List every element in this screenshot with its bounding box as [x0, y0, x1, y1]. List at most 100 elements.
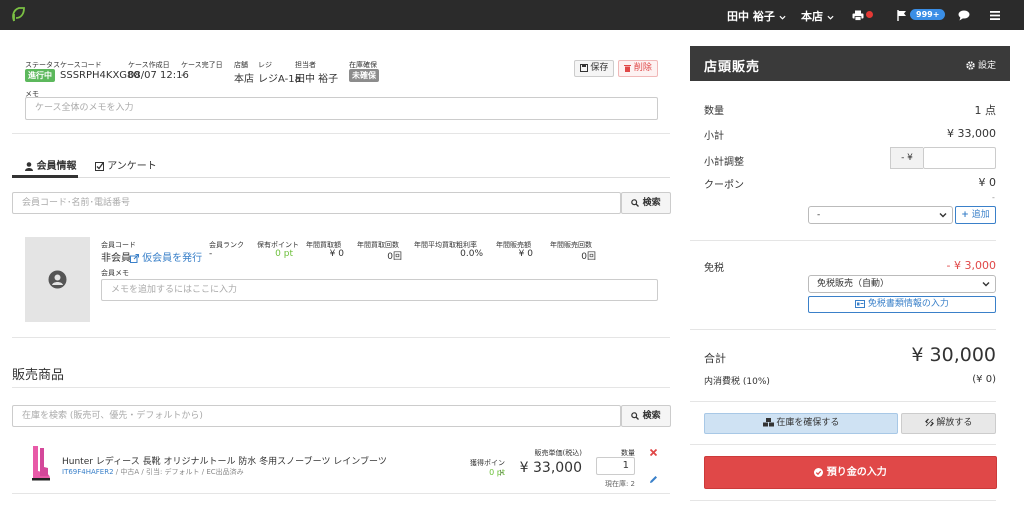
register-label: レジ: [258, 61, 272, 69]
stock-reserve-value: 未確保: [349, 69, 379, 82]
avatar: [25, 237, 90, 322]
divider: [12, 387, 670, 388]
total-label: 合計: [704, 352, 726, 365]
tax-free-select[interactable]: 免税販売（自動）: [808, 275, 996, 293]
release-button[interactable]: 解放する: [901, 413, 996, 434]
product-meta: IT69F4HAFER2 / 中古A / 引当: デフォルト / EC出品済み: [62, 467, 244, 477]
status-value: 進行中: [25, 69, 55, 82]
created-label: ケース作成日: [128, 61, 170, 69]
divider: [690, 401, 996, 402]
total-value: ¥ 30,000: [911, 344, 996, 366]
annual-sales-count-value: 0回: [581, 252, 596, 262]
chevron-down-icon: [779, 15, 786, 20]
deposit-button[interactable]: 預り金の入力: [704, 456, 997, 489]
edit-pencil-icon[interactable]: [649, 475, 658, 484]
qty-row: 数量 1 点: [704, 102, 996, 117]
user-menu[interactable]: 田中 裕子: [727, 8, 786, 24]
stock-search-input[interactable]: 在庫を検索 (販売可、優先・デフォルトから): [12, 405, 621, 427]
product-name[interactable]: Hunter レディース 長靴 オリジナルトール 防水 冬用スノーブーツ レイン…: [62, 454, 387, 467]
adjust-input[interactable]: [923, 147, 996, 169]
unit-price-label: 販売単価(税込): [534, 449, 582, 457]
inner-tax-label: 内消費税 (10%): [704, 377, 770, 387]
product-sku[interactable]: IT69F4HAFER2: [62, 468, 114, 476]
unit-price-value: ¥ 33,000: [519, 460, 582, 476]
tab-member-label: 会員情報: [36, 161, 77, 172]
id-card-icon: [855, 299, 866, 308]
alert-dot: [866, 11, 873, 18]
rank-label: 会員ランク: [209, 241, 244, 249]
reserve-stock-button[interactable]: 在庫を確保する: [704, 413, 898, 434]
store-menu[interactable]: 本店: [801, 8, 834, 24]
issue-link-label: 仮会員を発行: [142, 253, 203, 264]
product-attributes: / 中古A / 引当: デフォルト / EC出品済み: [113, 468, 244, 476]
save-button[interactable]: 保存: [574, 60, 614, 77]
tab-member-info[interactable]: 会員情報: [25, 157, 76, 172]
adjust-label: 小計調整: [704, 157, 744, 168]
top-bar: 田中 裕子 本店 999+: [0, 0, 1024, 30]
annual-margin-value: 0.0%: [460, 249, 483, 259]
save-icon: [579, 63, 588, 72]
comment-icon: [958, 10, 970, 20]
completed-value: -: [181, 70, 185, 81]
cubes-icon: [762, 418, 774, 427]
coupon-value: ¥ 0: [978, 176, 997, 189]
trash-icon: [624, 64, 632, 72]
divider: [690, 240, 996, 241]
coupon-row: クーポン ¥ 0: [704, 176, 996, 191]
issue-temp-member-link[interactable]: 仮会員を発行: [130, 249, 202, 264]
member-memo-input[interactable]: メモを追加するにはここに入力: [101, 279, 658, 301]
menu-button[interactable]: [990, 8, 1000, 21]
products-title: 販売商品: [12, 368, 65, 383]
chat-button[interactable]: [958, 8, 970, 21]
external-link-icon: [130, 253, 139, 263]
member-search-input[interactable]: 会員コード･名前･電話番号: [12, 192, 621, 214]
user-icon: [25, 161, 33, 171]
earn-points-value: 0 pt: [489, 468, 505, 477]
tax-doc-button[interactable]: 免税書類情報の入力: [808, 296, 996, 313]
quantity-input[interactable]: 1: [596, 457, 635, 475]
gear-icon: [966, 61, 975, 70]
tab-survey[interactable]: アンケート: [95, 157, 157, 172]
printer-status[interactable]: [852, 8, 873, 21]
divider: [690, 500, 996, 501]
delete-button[interactable]: 削除: [618, 60, 658, 77]
points-value: 0 pt: [275, 249, 293, 259]
tab-active-indicator: [12, 175, 78, 178]
settings-button[interactable]: 設定: [966, 58, 996, 71]
stock-search-label: 検索: [642, 411, 661, 421]
check-circle-icon: [814, 467, 824, 477]
tax-doc-label: 免税書類情報の入力: [867, 299, 949, 309]
staff-value: 田中 裕子: [295, 74, 339, 85]
printer-icon: [852, 10, 864, 21]
member-search-button[interactable]: 検索: [621, 192, 671, 214]
member-code-value: 非会員: [101, 253, 131, 264]
store-name: 本店: [801, 10, 823, 23]
annual-purchase-count-value: 0回: [387, 252, 402, 262]
current-stock: 現在庫: 2: [604, 480, 635, 488]
total-row: 合計 ¥ 30,000: [704, 344, 996, 366]
coupon-select[interactable]: -: [808, 206, 953, 224]
flag-icon: [897, 9, 906, 21]
reserve-stock-label: 在庫を確保する: [776, 418, 840, 428]
coupon-sub: -: [992, 193, 995, 202]
case-code-label: ケースコード: [60, 61, 102, 69]
release-label: 解放する: [936, 418, 973, 428]
created-value: 08/07 12:16: [128, 70, 189, 81]
case-memo-input[interactable]: ケース全体のメモを入力: [25, 97, 658, 120]
annual-sales-value: ¥ 0: [518, 249, 533, 259]
register-header: 店頭販売 設定: [690, 46, 1010, 81]
register-title: 店頭販売: [704, 60, 761, 75]
store-label: 店舗: [234, 61, 248, 69]
checkbox-icon: [95, 161, 104, 171]
stock-search-button[interactable]: 検索: [621, 405, 671, 427]
add-coupon-button[interactable]: + 追加: [955, 206, 996, 224]
completed-label: ケース完了日: [181, 61, 223, 69]
product-thumbnail[interactable]: [29, 445, 51, 481]
app-logo-icon[interactable]: [10, 6, 26, 23]
notifications[interactable]: 999+: [897, 8, 946, 21]
tax-free-select-value: 免税販売（自動）: [817, 279, 890, 289]
remove-item-icon[interactable]: [650, 449, 657, 456]
tax-free-label: 免税: [704, 263, 724, 274]
tax-free-value: - ¥ 3,000: [946, 259, 996, 272]
divider: [12, 133, 670, 134]
